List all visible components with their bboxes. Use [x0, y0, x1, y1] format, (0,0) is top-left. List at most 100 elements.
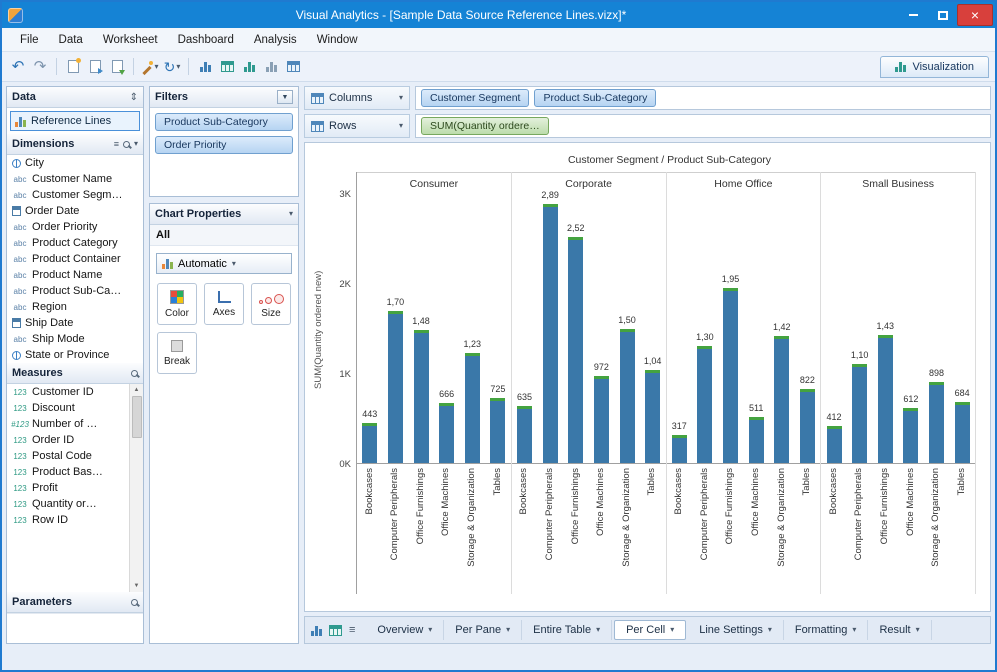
dimension-item-state-or-province[interactable]: State or Province — [7, 347, 143, 363]
tab-per-pane[interactable]: Per Pane▾ — [444, 620, 522, 640]
bar-mark[interactable] — [620, 329, 635, 464]
menu-item-dashboard[interactable]: Dashboard — [168, 28, 244, 51]
search-icon[interactable] — [123, 141, 130, 148]
bar-mark[interactable] — [568, 237, 583, 463]
bar-chart-button[interactable] — [195, 56, 215, 78]
search-icon[interactable] — [131, 370, 138, 377]
tab-line-settings[interactable]: Line Settings▾ — [688, 620, 784, 640]
measure-item-product-bas[interactable]: 123Product Bas… — [7, 464, 129, 480]
small-multiples-button[interactable] — [261, 56, 281, 78]
crosstab-view-icon[interactable] — [329, 625, 342, 636]
collapse-icon[interactable]: ▾ — [289, 210, 293, 218]
bar-mark[interactable] — [723, 288, 738, 463]
new-sheet-button[interactable] — [63, 56, 83, 78]
menu-item-window[interactable]: Window — [307, 28, 368, 51]
menu-item-file[interactable]: File — [10, 28, 49, 51]
measure-item-row-id[interactable]: 123Row ID — [7, 512, 129, 528]
bar-mark[interactable] — [414, 330, 429, 463]
column-pill-customer-segment[interactable]: Customer Segment — [421, 89, 529, 107]
rows-shelf[interactable]: SUM(Quantity ordere… — [415, 114, 991, 138]
bar-mark[interactable] — [749, 417, 764, 463]
chevron-down-icon[interactable]: ▾ — [134, 140, 138, 148]
columns-shelf-button[interactable]: Columns ▾ — [304, 86, 410, 110]
measure-item-discount[interactable]: 123Discount — [7, 400, 129, 416]
menu-item-data[interactable]: Data — [49, 28, 93, 51]
bar-mark[interactable] — [827, 426, 842, 463]
color-button[interactable]: Color — [157, 283, 197, 325]
bar-mark[interactable] — [362, 423, 377, 463]
title-bar[interactable]: Visual Analytics - [Sample Data Source R… — [2, 2, 995, 28]
measures-scrollbar[interactable]: ▲ ▼ — [129, 384, 143, 592]
dimension-item-customer-segm[interactable]: abcCustomer Segm… — [7, 187, 143, 203]
axes-button[interactable]: Axes — [204, 283, 244, 325]
maximize-button[interactable] — [928, 5, 957, 25]
bar-mark[interactable] — [697, 346, 712, 463]
filter-pill-product-sub-category[interactable]: Product Sub-Category — [155, 113, 293, 131]
dimension-item-region[interactable]: abcRegion — [7, 299, 143, 315]
measure-item-postal-code[interactable]: 123Postal Code — [7, 448, 129, 464]
visualization-tab[interactable]: Visualization — [880, 56, 989, 78]
bar-mark[interactable] — [955, 402, 970, 463]
tab-overview[interactable]: Overview▾ — [366, 620, 444, 640]
bar-mark[interactable] — [439, 403, 454, 463]
tab-result[interactable]: Result▾ — [868, 620, 931, 640]
dimension-item-order-priority[interactable]: abcOrder Priority — [7, 219, 143, 235]
size-button[interactable]: Size — [251, 283, 291, 325]
dimension-item-ship-mode[interactable]: abcShip Mode — [7, 331, 143, 347]
dimension-item-product-sub-ca[interactable]: abcProduct Sub-Ca… — [7, 283, 143, 299]
bar-mark[interactable] — [594, 376, 609, 463]
sort-panels-icon[interactable]: ⇕ — [130, 92, 138, 103]
bar-mark[interactable] — [800, 389, 815, 463]
menu-item-worksheet[interactable]: Worksheet — [93, 28, 168, 51]
dimension-item-order-date[interactable]: Order Date — [7, 203, 143, 219]
measure-item-quantity-or[interactable]: 123Quantity or… — [7, 496, 129, 512]
bar-mark[interactable] — [388, 311, 403, 463]
chart-view-icon[interactable] — [311, 625, 322, 636]
bar-mark[interactable] — [929, 382, 944, 463]
dimension-item-product-category[interactable]: abcProduct Category — [7, 235, 143, 251]
wizard-button[interactable]: ▾ — [140, 56, 160, 78]
minimize-button[interactable] — [899, 5, 928, 25]
list-view-icon[interactable]: ≡ — [349, 625, 355, 636]
scroll-down-icon[interactable]: ▼ — [134, 580, 140, 592]
tab-formatting[interactable]: Formatting▾ — [784, 620, 869, 640]
data-source-item[interactable]: Reference Lines — [10, 111, 140, 131]
measure-item-customer-id[interactable]: 123Customer ID — [7, 384, 129, 400]
refresh-button[interactable]: ↻▾ — [162, 56, 182, 78]
column-pill-product-sub-category[interactable]: Product Sub-Category — [534, 89, 656, 107]
bar-mark[interactable] — [878, 335, 893, 463]
axis-chart-button[interactable] — [239, 56, 259, 78]
row-pill-sum-quantity-ordere[interactable]: SUM(Quantity ordere… — [421, 117, 549, 135]
break-button[interactable]: Break — [157, 332, 197, 374]
dimension-item-product-name[interactable]: abcProduct Name — [7, 267, 143, 283]
bar-mark[interactable] — [672, 435, 687, 463]
filter-pill-order-priority[interactable]: Order Priority — [155, 136, 293, 154]
close-button[interactable]: × — [957, 4, 993, 26]
filters-menu-button[interactable]: ▼ — [277, 90, 293, 104]
redo-button[interactable]: ↷ — [30, 56, 50, 78]
measure-item-order-id[interactable]: 123Order ID — [7, 432, 129, 448]
bar-mark[interactable] — [774, 336, 789, 463]
dimension-item-customer-name[interactable]: abcCustomer Name — [7, 171, 143, 187]
tab-entire-table[interactable]: Entire Table▾ — [522, 620, 612, 640]
summary-table-button[interactable] — [283, 56, 303, 78]
scrollbar-thumb[interactable] — [132, 396, 142, 438]
open-button[interactable] — [85, 56, 105, 78]
undo-button[interactable]: ↶ — [8, 56, 28, 78]
crosstab-button[interactable] — [217, 56, 237, 78]
group-fields-icon[interactable]: ≡ — [114, 139, 119, 149]
bar-mark[interactable] — [490, 398, 505, 463]
scroll-up-icon[interactable]: ▲ — [134, 384, 140, 396]
dimension-item-ship-date[interactable]: Ship Date — [7, 315, 143, 331]
bar-mark[interactable] — [465, 353, 480, 463]
bar-mark[interactable] — [903, 408, 918, 463]
columns-shelf[interactable]: Customer Segment Product Sub-Category — [415, 86, 991, 110]
save-button[interactable] — [107, 56, 127, 78]
dimension-item-city[interactable]: City — [7, 155, 143, 171]
tab-per-cell[interactable]: Per Cell▾ — [614, 620, 686, 640]
measure-item-number-of[interactable]: #123Number of … — [7, 416, 129, 432]
bar-mark[interactable] — [517, 406, 532, 463]
chart-type-select[interactable]: Automatic ▾ — [156, 253, 292, 274]
rows-shelf-button[interactable]: Rows ▾ — [304, 114, 410, 138]
bar-mark[interactable] — [852, 364, 867, 463]
